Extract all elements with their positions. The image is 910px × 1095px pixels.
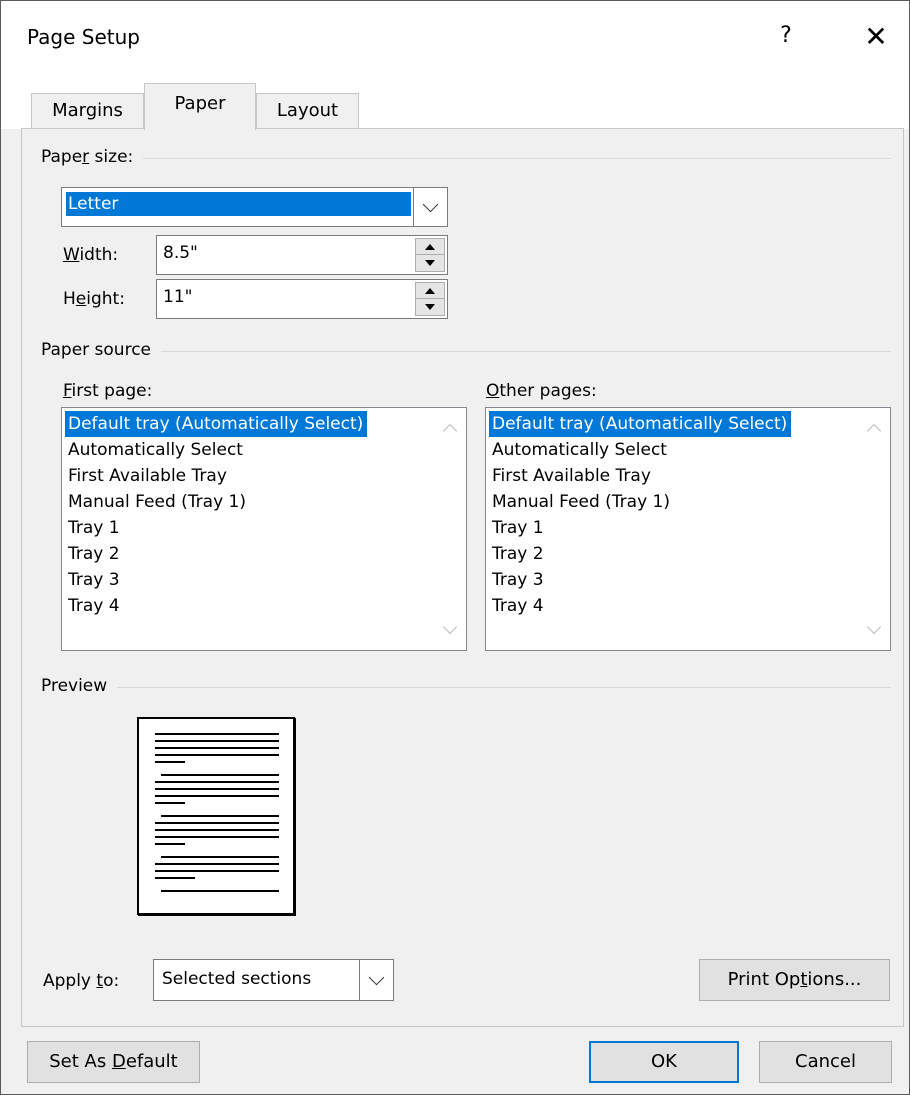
apply-to-dropdown[interactable]: Selected sections bbox=[153, 959, 394, 1001]
list-item[interactable]: Tray 2 bbox=[65, 541, 367, 567]
width-label: Width: bbox=[63, 245, 119, 265]
set-as-default-button[interactable]: Set As Default bbox=[27, 1041, 200, 1083]
list-item[interactable]: Tray 3 bbox=[489, 567, 791, 593]
width-spinner[interactable]: 8.5" bbox=[156, 235, 448, 275]
preview-group-label: Preview bbox=[41, 676, 118, 696]
paper-size-rule bbox=[41, 158, 891, 159]
paper-size-group-label: Paper size: bbox=[41, 147, 144, 167]
cancel-button[interactable]: Cancel bbox=[759, 1041, 892, 1083]
chevron-down-icon bbox=[368, 969, 385, 985]
page-preview bbox=[137, 717, 295, 915]
up-arrow-icon bbox=[425, 243, 435, 250]
scroll-up-button[interactable] bbox=[858, 412, 890, 444]
list-item[interactable]: Tray 3 bbox=[65, 567, 367, 593]
first-page-label: First page: bbox=[63, 381, 153, 401]
list-item[interactable]: Tray 1 bbox=[489, 515, 791, 541]
paper-source-group-label: Paper source bbox=[41, 340, 162, 360]
list-item[interactable]: First Available Tray bbox=[65, 463, 367, 489]
ok-button[interactable]: OK bbox=[589, 1041, 739, 1083]
down-arrow-icon bbox=[425, 260, 435, 266]
list-item[interactable]: Automatically Select bbox=[489, 437, 791, 463]
other-pages-listbox[interactable]: Default tray (Automatically Select) Auto… bbox=[485, 407, 891, 651]
first-page-scrollbar[interactable] bbox=[434, 408, 466, 650]
paper-size-value: Letter bbox=[66, 192, 411, 216]
scroll-up-button[interactable] bbox=[434, 412, 466, 444]
list-item[interactable]: First Available Tray bbox=[489, 463, 791, 489]
tab-paper[interactable]: Paper bbox=[144, 83, 256, 130]
list-item[interactable]: Tray 1 bbox=[65, 515, 367, 541]
tab-layout[interactable]: Layout bbox=[256, 93, 359, 129]
tab-strip: Margins Paper Layout bbox=[1, 77, 909, 130]
list-item[interactable]: Tray 4 bbox=[489, 593, 791, 619]
chevron-up-icon bbox=[442, 423, 458, 439]
preview-rule bbox=[41, 687, 891, 688]
width-value[interactable]: 8.5" bbox=[163, 243, 198, 263]
down-arrow-icon bbox=[425, 304, 435, 310]
list-item[interactable]: Default tray (Automatically Select) bbox=[65, 411, 368, 437]
up-arrow-icon bbox=[425, 287, 435, 294]
apply-to-dropdown-button[interactable] bbox=[359, 960, 393, 1000]
height-increment-button[interactable] bbox=[416, 283, 444, 299]
other-pages-items: Default tray (Automatically Select) Auto… bbox=[489, 411, 792, 619]
print-options-button[interactable]: Print Options... bbox=[699, 959, 890, 1001]
list-item[interactable]: Default tray (Automatically Select) bbox=[489, 411, 792, 437]
other-pages-scrollbar[interactable] bbox=[858, 408, 890, 650]
dialog-title: Page Setup bbox=[27, 25, 140, 49]
width-spin-buttons bbox=[415, 238, 445, 272]
other-pages-label: Other pages: bbox=[486, 381, 597, 401]
height-value[interactable]: 11" bbox=[163, 287, 192, 307]
apply-to-value: Selected sections bbox=[162, 969, 312, 989]
chevron-down-icon bbox=[422, 196, 439, 212]
list-item[interactable]: Tray 4 bbox=[65, 593, 367, 619]
list-item[interactable]: Manual Feed (Tray 1) bbox=[65, 489, 367, 515]
scroll-down-button[interactable] bbox=[858, 614, 890, 646]
paper-size-dropdown-button[interactable] bbox=[413, 188, 447, 226]
height-spin-buttons bbox=[415, 282, 445, 316]
chevron-up-icon bbox=[866, 423, 882, 439]
height-spinner[interactable]: 11" bbox=[156, 279, 448, 319]
list-item[interactable]: Tray 2 bbox=[489, 541, 791, 567]
page-setup-dialog: Page Setup ? ✕ Margins Paper Layout Pape… bbox=[0, 0, 910, 1095]
close-icon[interactable]: ✕ bbox=[858, 19, 894, 55]
apply-to-label: Apply to: bbox=[43, 971, 120, 991]
scroll-down-button[interactable] bbox=[434, 614, 466, 646]
tab-margins[interactable]: Margins bbox=[31, 93, 144, 129]
help-icon[interactable]: ? bbox=[771, 21, 801, 51]
first-page-items: Default tray (Automatically Select) Auto… bbox=[65, 411, 368, 619]
width-increment-button[interactable] bbox=[416, 239, 444, 255]
chevron-down-icon bbox=[866, 619, 882, 635]
paper-size-dropdown[interactable]: Letter bbox=[61, 187, 448, 227]
height-decrement-button[interactable] bbox=[416, 299, 444, 315]
first-page-listbox[interactable]: Default tray (Automatically Select) Auto… bbox=[61, 407, 467, 651]
chevron-down-icon bbox=[442, 619, 458, 635]
list-item[interactable]: Manual Feed (Tray 1) bbox=[489, 489, 791, 515]
height-label: Height: bbox=[63, 289, 125, 309]
title-bar: Page Setup ? ✕ bbox=[1, 1, 909, 77]
list-item[interactable]: Automatically Select bbox=[65, 437, 367, 463]
width-decrement-button[interactable] bbox=[416, 255, 444, 271]
paper-source-rule bbox=[41, 351, 891, 352]
